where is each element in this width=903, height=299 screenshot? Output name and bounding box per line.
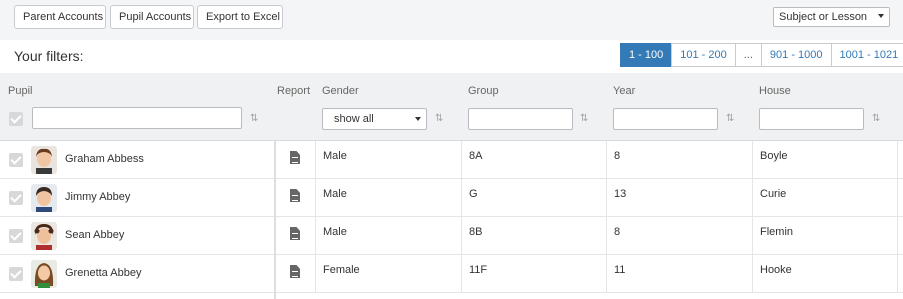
house-cell: Hooke [760,264,792,276]
table-row[interactable]: Grenetta Abbey Female 11F 11 Hooke [0,255,903,293]
column-header-report: Report [277,85,311,97]
house-cell: Curie [760,188,787,200]
group-cell: G [469,188,478,200]
avatar [31,222,57,250]
row-checkbox[interactable] [9,153,23,167]
sort-icon[interactable]: ⇅ [580,112,592,126]
chevron-down-icon [415,117,421,121]
avatar [31,184,57,212]
page-901-1000[interactable]: 901 - 1000 [760,43,832,67]
group-filter-input[interactable] [468,108,573,130]
column-header-pupil: Pupil [8,85,33,97]
table-header: Pupil Report Gender Group Year House ⇅ s… [0,73,903,141]
column-header-gender: Gender [322,85,359,97]
filters-bar: Your filters: 1 - 100 101 - 200 ... 901 … [0,40,903,73]
year-cell: 13 [614,188,627,200]
table-row[interactable]: Sean Abbey Male 8B 8 Flemin [0,217,903,255]
gender-cell: Male [323,226,347,238]
row-checkbox[interactable] [9,191,23,205]
gender-cell: Female [323,264,360,276]
pupil-name[interactable]: Grenetta Abbey [65,267,141,279]
pupil-name[interactable]: Graham Abbess [65,153,144,165]
page-1001-1021[interactable]: 1001 - 1021 [830,43,903,67]
gender-filter-select[interactable]: show all [322,108,427,130]
pupil-filter-input[interactable] [32,107,242,129]
sort-icon[interactable]: ⇅ [435,112,447,126]
report-document-icon[interactable] [290,265,300,278]
year-cell: 8 [614,150,621,162]
house-cell: Boyle [760,150,788,162]
table-row[interactable]: Jimmy Abbey Male G 13 Curie [0,179,903,217]
sort-icon[interactable]: ⇅ [872,112,884,126]
select-all-checkbox[interactable] [9,112,23,126]
export-excel-button[interactable]: Export to Excel [197,5,283,29]
row-checkbox[interactable] [9,267,23,281]
group-cell: 11F [469,264,488,276]
page-1-100[interactable]: 1 - 100 [620,43,673,67]
column-header-year: Year [613,85,636,97]
parent-accounts-button[interactable]: Parent Accounts [14,5,106,29]
year-cell: 11 [614,264,626,276]
top-toolbar: Parent Accounts Pupil Accounts Export to… [0,0,903,40]
sort-icon[interactable]: ⇅ [250,112,262,126]
house-cell: Flemin [760,226,794,238]
group-cell: 8A [469,150,483,162]
table-row[interactable]: Graham Abbess Male 8A 8 Boyle [0,141,903,179]
avatar [31,146,57,174]
year-filter-input[interactable] [613,108,718,130]
gender-cell: Male [323,150,347,162]
table-body: Graham Abbess Male 8A 8 Boyle Jimmy Abbe… [0,141,903,293]
report-document-icon[interactable] [290,227,300,240]
gender-filter-value: show all [334,113,374,125]
column-header-group: Group [468,85,499,97]
pupil-column-divider [274,141,276,299]
year-cell: 8 [614,226,621,238]
group-cell: 8B [469,226,483,238]
pupil-name[interactable]: Sean Abbey [65,229,124,241]
column-header-house: House [759,85,791,97]
gender-cell: Male [323,188,347,200]
house-filter-input[interactable] [759,108,864,130]
page-101-200[interactable]: 101 - 200 [671,43,736,67]
page-ellipsis[interactable]: ... [734,43,762,67]
avatar [31,260,57,288]
subject-select-value: Subject or Lesson [779,11,868,23]
pupil-accounts-button[interactable]: Pupil Accounts [110,5,194,29]
chevron-down-icon [878,14,884,18]
row-checkbox[interactable] [9,229,23,243]
filters-title: Your filters: [14,48,84,64]
sort-icon[interactable]: ⇅ [726,112,738,126]
pupil-name[interactable]: Jimmy Abbey [65,191,130,203]
subject-lesson-select[interactable]: Subject or Lesson [773,7,890,27]
report-document-icon[interactable] [290,151,300,164]
report-document-icon[interactable] [290,189,300,202]
pagination: 1 - 100 101 - 200 ... 901 - 1000 1001 - … [620,43,903,67]
